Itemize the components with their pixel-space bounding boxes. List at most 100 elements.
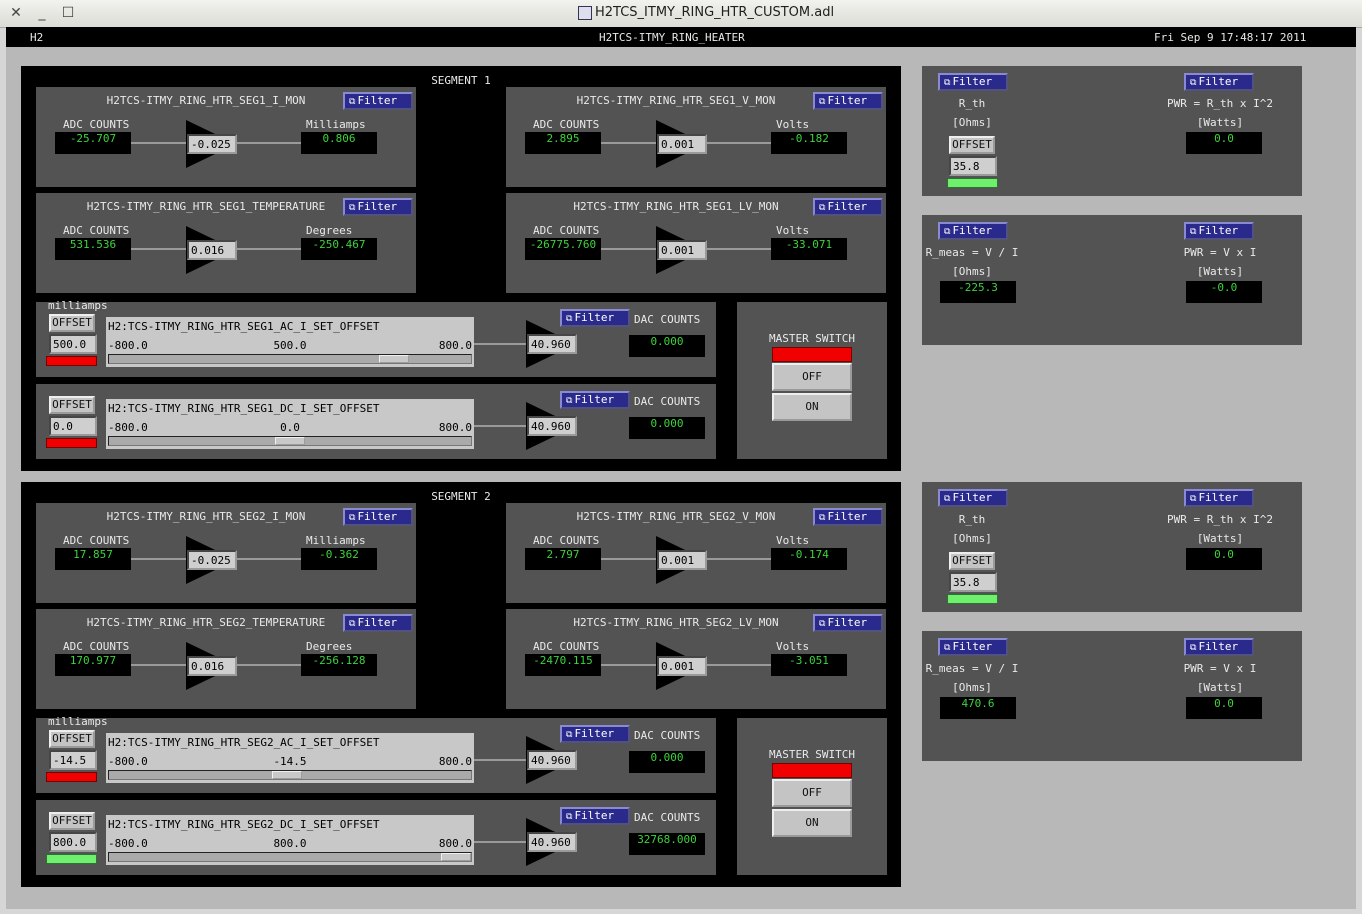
offset-button[interactable]: OFFSET	[49, 812, 95, 830]
offset-slider-box[interactable]: H2:TCS-ITMY_RING_HTR_SEG2_DC_I_SET_OFFSE…	[106, 815, 474, 865]
filter-button[interactable]: ⧉ Filter	[343, 614, 413, 632]
adc-counts-label: ADC COUNTS	[533, 224, 600, 237]
slider-thumb[interactable]	[275, 437, 305, 445]
gain-input[interactable]	[187, 656, 237, 676]
gain-input[interactable]	[187, 134, 237, 154]
maximize-icon[interactable]: ☐	[60, 5, 76, 21]
offset-input[interactable]	[49, 416, 97, 436]
gain-input[interactable]	[187, 550, 237, 570]
adc-counts-value: 2.895	[525, 132, 601, 154]
offset-input[interactable]	[49, 832, 97, 852]
gain-input[interactable]	[657, 134, 707, 154]
pwr-label: PWR = R_th x I^2	[1167, 513, 1273, 526]
gain-input[interactable]	[657, 656, 707, 676]
filter-button[interactable]: ⧉ Filter	[343, 508, 413, 526]
offset-button[interactable]: OFFSET	[49, 396, 95, 414]
filter-button[interactable]: ⧉ Filter	[1184, 489, 1254, 507]
window-titlebar: ✕ _ ☐ H2TCS_ITMY_RING_HTR_CUSTOM.adl	[0, 0, 1362, 28]
unit-label: Degrees	[306, 640, 353, 653]
pwr-label: PWR = R_th x I^2	[1167, 97, 1273, 110]
gain-input[interactable]	[527, 832, 577, 852]
on-button[interactable]: ON	[772, 393, 852, 421]
filter-icon: ⧉	[944, 494, 951, 504]
pwr-unit: [Watts]	[1196, 116, 1244, 129]
signal-wire	[601, 558, 657, 560]
window-icon	[578, 6, 592, 20]
rth-offset-input[interactable]	[949, 156, 997, 176]
slider-channel-name: H2:TCS-ITMY_RING_HTR_SEG1_DC_I_SET_OFFSE…	[108, 402, 380, 415]
gain-input[interactable]	[527, 416, 577, 436]
signal-wire	[474, 841, 526, 843]
offset-input[interactable]	[49, 334, 97, 354]
rmeas-value: 470.6	[940, 697, 1016, 719]
filter-icon: ⧉	[819, 619, 826, 629]
offset-input[interactable]	[49, 750, 97, 770]
filter-button[interactable]: ⧉ Filter	[938, 222, 1008, 240]
channel-name: H2TCS-ITMY_RING_HTR_SEG1_TEMPERATURE	[86, 200, 326, 213]
slider-track[interactable]	[108, 354, 472, 364]
filter-button[interactable]: ⧉ Filter	[813, 508, 883, 526]
milliamps-caption: milliamps	[48, 715, 108, 728]
on-button[interactable]: ON	[772, 809, 852, 837]
milliamps-caption: milliamps	[48, 299, 108, 312]
filter-button[interactable]: ⧉ Filter	[1184, 222, 1254, 240]
filter-button[interactable]: ⧉ Filter	[343, 92, 413, 110]
slider-track[interactable]	[108, 436, 472, 446]
signal-wire	[474, 425, 526, 427]
offset-slider-box[interactable]: H2:TCS-ITMY_RING_HTR_SEG2_AC_I_SET_OFFSE…	[106, 733, 474, 783]
slider-value: 500.0	[273, 339, 307, 352]
filter-button[interactable]: ⧉ Filter	[938, 489, 1008, 507]
slider-thumb[interactable]	[379, 355, 409, 363]
channel-name: H2TCS-ITMY_RING_HTR_SEG2_TEMPERATURE	[86, 616, 326, 629]
offset-button[interactable]: OFFSET	[49, 730, 95, 748]
signal-wire	[236, 664, 302, 666]
unit-label: Volts	[776, 118, 810, 131]
filter-button[interactable]: ⧉ Filter	[938, 638, 1008, 656]
dac-counts-value: 0.000	[629, 417, 705, 439]
adc-counts-value: 2.797	[525, 548, 601, 570]
filter-label: Filter	[1198, 640, 1239, 653]
offset-slider-box[interactable]: H2:TCS-ITMY_RING_HTR_SEG1_DC_I_SET_OFFSE…	[106, 399, 474, 449]
rth-status-indicator	[947, 594, 998, 604]
filter-button[interactable]: ⧉ Filter	[813, 198, 883, 216]
filter-button[interactable]: ⧉ Filter	[1184, 73, 1254, 91]
filter-button[interactable]: ⧉ Filter	[938, 73, 1008, 91]
offset-button[interactable]: OFFSET	[49, 314, 95, 332]
slider-value: -14.5	[273, 755, 307, 768]
off-button[interactable]: OFF	[772, 779, 852, 807]
header-datetime: Fri Sep 9 17:48:17 2011	[1154, 31, 1307, 44]
gain-input[interactable]	[527, 750, 577, 770]
master-switch-indicator	[772, 763, 852, 778]
filter-button[interactable]: ⧉ Filter	[343, 198, 413, 216]
slider-channel-name: H2:TCS-ITMY_RING_HTR_SEG2_DC_I_SET_OFFSE…	[108, 818, 380, 831]
gain-input[interactable]	[187, 240, 237, 260]
signal-wire	[236, 142, 302, 144]
gain-input[interactable]	[657, 240, 707, 260]
offset-slider-box[interactable]: H2:TCS-ITMY_RING_HTR_SEG1_AC_I_SET_OFFSE…	[106, 317, 474, 367]
slider-track[interactable]	[108, 852, 472, 862]
channel-name: H2TCS-ITMY_RING_HTR_SEG1_LV_MON	[573, 200, 779, 213]
slider-value: 800.0	[273, 837, 307, 850]
slider-thumb[interactable]	[272, 771, 302, 779]
minimize-icon[interactable]: _	[34, 5, 50, 21]
gain-input[interactable]	[527, 334, 577, 354]
offset-button[interactable]: OFFSET	[949, 136, 995, 154]
filter-label: Filter	[952, 640, 993, 653]
filter-icon: ⧉	[819, 97, 826, 107]
filter-button[interactable]: ⧉ Filter	[813, 614, 883, 632]
close-icon[interactable]: ✕	[8, 5, 24, 21]
signal-wire	[131, 558, 187, 560]
rth-offset-input[interactable]	[949, 572, 997, 592]
filter-button[interactable]: ⧉ Filter	[1184, 638, 1254, 656]
slider-thumb[interactable]	[441, 853, 471, 861]
gain-input[interactable]	[657, 550, 707, 570]
slider-track[interactable]	[108, 770, 472, 780]
filter-label: Filter	[827, 510, 868, 523]
offset-button[interactable]: OFFSET	[949, 552, 995, 570]
slider-max: 800.0	[438, 755, 472, 768]
adc-counts-label: ADC COUNTS	[63, 534, 130, 547]
off-button[interactable]: OFF	[772, 363, 852, 391]
filter-button[interactable]: ⧉ Filter	[813, 92, 883, 110]
rth-label: R_th	[958, 513, 986, 526]
filter-label: Filter	[574, 727, 615, 740]
